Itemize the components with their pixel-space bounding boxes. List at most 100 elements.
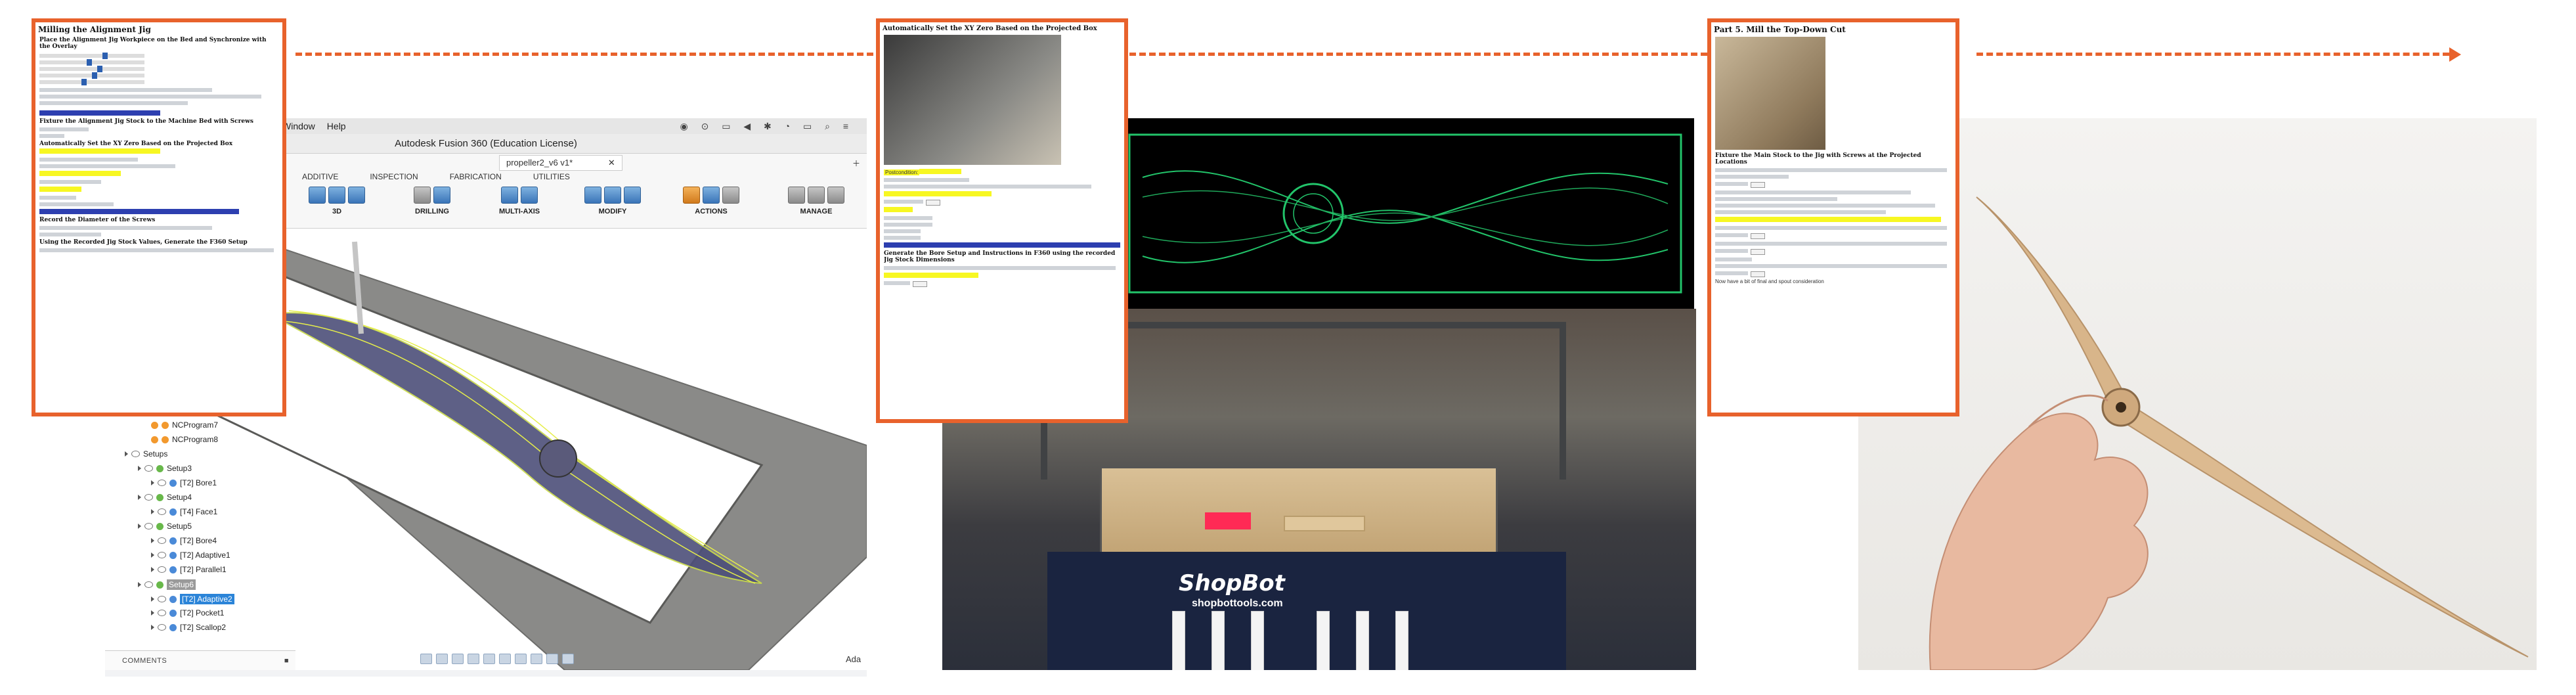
- doc1-slider[interactable]: [39, 59, 144, 66]
- tree-row-adaptive1[interactable]: [T2] Adaptive1: [151, 550, 230, 560]
- new-tab-icon[interactable]: ＋: [852, 158, 860, 169]
- cnc-bed: [1100, 466, 1498, 556]
- ribbon-group-modify[interactable]: MODIFY: [584, 187, 641, 215]
- doc2-photo-bed: [884, 35, 1061, 165]
- instruction-doc-1: Milling the Alignment Jig Place the Alig…: [32, 18, 286, 416]
- ribbon-label-3d: 3D: [332, 208, 342, 215]
- doc3-action-button-3[interactable]: [1751, 249, 1765, 255]
- modify-c-icon[interactable]: [624, 187, 641, 204]
- document-tab-label: propeller2_v6 v1*: [506, 158, 573, 168]
- visibility-icon[interactable]: [131, 451, 140, 457]
- doc3-note: Now have a bit of final and spout consid…: [1715, 279, 1824, 284]
- doc3-action-button-4[interactable]: [1751, 271, 1765, 277]
- post-process-icon[interactable]: [703, 187, 720, 204]
- 3d-adaptive-icon[interactable]: [309, 187, 326, 204]
- object-visibility-icon[interactable]: [562, 654, 574, 664]
- tree-row-pocket1[interactable]: [T2] Pocket1: [151, 608, 224, 617]
- document-tab[interactable]: propeller2_v6 v1* ✕: [499, 155, 622, 171]
- tree-row-ncprogram7[interactable]: NCProgram7: [151, 420, 218, 430]
- menu-window[interactable]: Window: [282, 121, 315, 131]
- doc1-xy-heading: Automatically Set the XY Zero Based on t…: [39, 141, 233, 147]
- instruction-doc-3: Part 5. Mill the Top-Down Cut Fixture th…: [1707, 18, 1959, 416]
- tree-row-adaptive2[interactable]: [T2] Adaptive2: [151, 594, 234, 604]
- menubar-status-icons: ◉ ⊙ ▭ ◀ ✱ ◔ ▭ ⌕ ≡: [680, 120, 854, 131]
- doc1-slider[interactable]: [39, 66, 144, 72]
- wood-workpiece: [1284, 516, 1365, 531]
- tree-row-setup6[interactable]: Setup6: [138, 579, 196, 590]
- doc3-action-button-2[interactable]: [1751, 233, 1765, 239]
- comments-panel[interactable]: COMMENTS ■: [105, 650, 295, 670]
- doc2-title: Automatically Set the XY Zero Based on t…: [883, 25, 1097, 32]
- doc3-photo-jig: [1715, 37, 1825, 150]
- ribbon-group-manage[interactable]: MANAGE: [788, 187, 844, 215]
- tab-utilities[interactable]: UTILITIES: [533, 172, 570, 181]
- tree-row-bore1[interactable]: [T2] Bore1: [151, 478, 217, 487]
- doc2-action-button-2[interactable]: [913, 281, 927, 287]
- tree-row-setup5[interactable]: Setup5: [138, 522, 192, 531]
- tab-inspection[interactable]: INSPECTION: [370, 172, 418, 181]
- tree-row-scallop2[interactable]: [T2] Scallop2: [151, 623, 226, 632]
- projected-red-box: [1205, 512, 1251, 529]
- close-tab-icon[interactable]: ✕: [608, 158, 615, 168]
- tree-row-face1[interactable]: [T4] Face1: [151, 507, 217, 516]
- tree-row-setup4[interactable]: Setup4: [138, 493, 192, 502]
- bore-icon[interactable]: [433, 187, 450, 204]
- tree-row-setup3[interactable]: Setup3: [138, 464, 192, 473]
- tree-row-parallel1[interactable]: [T2] Parallel1: [151, 565, 227, 574]
- ribbon-label-modify: MODIFY: [598, 208, 627, 215]
- multi-axis-contour-icon[interactable]: [521, 187, 538, 204]
- modify-b-icon[interactable]: [604, 187, 621, 204]
- orbit-icon[interactable]: [420, 654, 432, 664]
- template-icon[interactable]: [808, 187, 825, 204]
- ribbon-group-multi-axis[interactable]: MULTI-AXIS: [499, 187, 540, 215]
- environment-icon[interactable]: [531, 654, 542, 664]
- window-title-text: Autodesk Fusion 360 (Education License): [395, 138, 577, 149]
- ribbon-group-actions[interactable]: ACTIONS: [683, 187, 739, 215]
- ribbon-group-drilling[interactable]: DRILLING: [414, 187, 450, 215]
- zoom-icon[interactable]: [452, 654, 464, 664]
- ribbon-label-drilling: DRILLING: [415, 208, 449, 215]
- doc1-slider-group: [39, 53, 144, 85]
- doc1-slider[interactable]: [39, 79, 144, 85]
- 3d-contour-icon[interactable]: [348, 187, 365, 204]
- pan-icon[interactable]: [436, 654, 448, 664]
- modify-a-icon[interactable]: [584, 187, 601, 204]
- arrow-head-icon: [2449, 47, 2461, 62]
- doc1-fixture-heading: Fixture the Alignment Jig Stock to the M…: [39, 118, 253, 125]
- ribbon-group-3d[interactable]: 3D: [309, 187, 365, 215]
- tree-row-ncprogram8[interactable]: NCProgram8: [151, 435, 218, 444]
- setup-sheet-icon[interactable]: [722, 187, 739, 204]
- shopbot-logo: ShopBot: [1179, 570, 1285, 596]
- drill-icon[interactable]: [414, 187, 431, 204]
- expand-icon[interactable]: [125, 451, 128, 457]
- propeller-hub: [539, 439, 577, 478]
- expand-comments-icon[interactable]: ■: [284, 657, 289, 665]
- doc1-slider[interactable]: [39, 53, 144, 59]
- viewports-icon[interactable]: [515, 654, 527, 664]
- tab-fabrication[interactable]: FABRICATION: [450, 172, 502, 181]
- tree-row-bore4[interactable]: [T2] Bore4: [151, 536, 217, 545]
- tab-additive[interactable]: ADDITIVE: [302, 172, 338, 181]
- navigation-bar: [420, 650, 683, 667]
- display-settings-icon[interactable]: [483, 654, 495, 664]
- tool-library-icon[interactable]: [788, 187, 805, 204]
- ribbon-label-manage: MANAGE: [800, 208, 833, 215]
- doc3-action-button[interactable]: [1751, 182, 1765, 188]
- effects-icon[interactable]: [546, 654, 558, 664]
- ncprogram-icon: [151, 436, 158, 443]
- 3d-pocket-icon[interactable]: [328, 187, 345, 204]
- tree-row-setups[interactable]: Setups: [125, 449, 167, 459]
- operation-icon: [169, 479, 177, 487]
- doc1-slider[interactable]: [39, 72, 144, 79]
- propeller-photo-canvas: [1929, 196, 2529, 670]
- swarf-icon[interactable]: [501, 187, 519, 204]
- flow-arrow-2: [1129, 53, 1727, 56]
- menu-help[interactable]: Help: [327, 121, 346, 131]
- grid-icon[interactable]: [499, 654, 511, 664]
- doc2-action-button[interactable]: [926, 200, 940, 206]
- simulate-icon[interactable]: [683, 187, 700, 204]
- dust-collection-pipes: [1159, 611, 1435, 670]
- fit-icon[interactable]: [468, 654, 479, 664]
- visibility-icon[interactable]: [144, 465, 153, 472]
- manage-extra-icon[interactable]: [827, 187, 844, 204]
